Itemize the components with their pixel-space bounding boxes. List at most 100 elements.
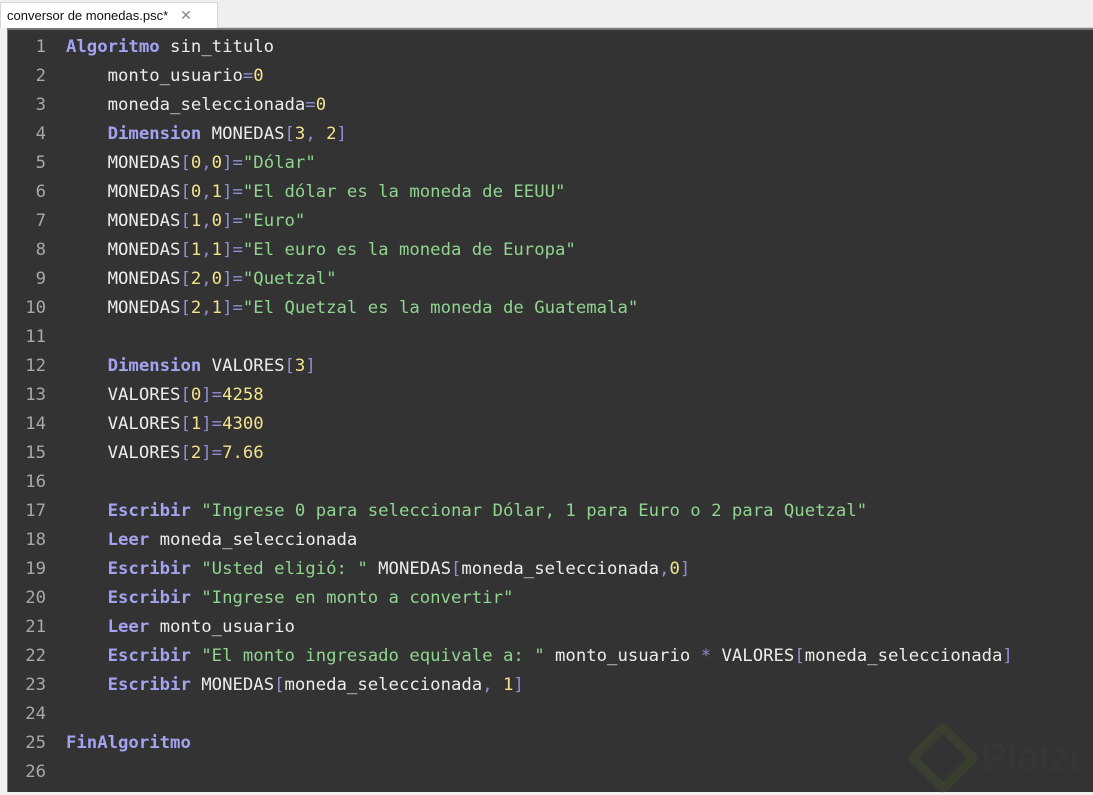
code-line[interactable]: 3 moneda_seleccionada=0 bbox=[8, 91, 327, 120]
code-line[interactable]: 10 MONEDAS[2,1]="El Quetzal es la moneda… bbox=[8, 294, 638, 323]
operator-token: , bbox=[201, 153, 212, 173]
keyword-token: Leer bbox=[107, 617, 150, 637]
number-literal-token: 0 bbox=[211, 153, 223, 173]
identifier-token: MONEDAS bbox=[66, 153, 181, 173]
code-line[interactable]: 21 Leer monto_usuario bbox=[8, 613, 295, 642]
code-line[interactable]: 6 MONEDAS[0,1]="El dólar es la moneda de… bbox=[8, 178, 566, 207]
code-line[interactable]: 17 Escribir "Ingrese 0 para seleccionar … bbox=[8, 497, 867, 526]
operator-token: * bbox=[700, 646, 712, 666]
number-literal-token: 0 bbox=[211, 269, 223, 289]
number-literal-token: 1 bbox=[190, 240, 202, 260]
string-literal-token: "Euro" bbox=[242, 211, 306, 231]
code-editor[interactable]: 1 Algoritmo sin_titulo 2 monto_usuario=0 3 … bbox=[7, 28, 1093, 795]
line-number: 14 bbox=[25, 414, 46, 434]
code-line[interactable]: 18 Leer moneda_seleccionada bbox=[8, 526, 357, 555]
line-code: moneda_seleccionada=0 bbox=[66, 91, 327, 120]
tab-title: conversor de monedas.psc* bbox=[7, 8, 169, 23]
identifier-token bbox=[66, 530, 108, 550]
identifier-token bbox=[191, 501, 201, 521]
line-number: 1 bbox=[35, 37, 46, 57]
code-line[interactable]: 19 Escribir "Usted eligió: " MONEDAS[mon… bbox=[8, 555, 690, 584]
keyword-token: Escribir bbox=[107, 588, 191, 608]
line-code: MONEDAS[0,1]="El dólar es la moneda de E… bbox=[66, 178, 566, 207]
number-literal-token: 0 bbox=[190, 385, 202, 405]
code-line[interactable]: 26 bbox=[8, 758, 46, 787]
code-line[interactable]: 7 MONEDAS[1,0]="Euro" bbox=[8, 207, 306, 236]
line-code: Escribir "El monto ingresado equivale a:… bbox=[66, 642, 1013, 671]
keyword-token: Escribir bbox=[107, 646, 191, 666]
code-line[interactable]: 15 VALORES[2]=7.66 bbox=[8, 439, 264, 468]
code-line[interactable]: 24 bbox=[8, 700, 46, 729]
operator-token: [ bbox=[180, 269, 191, 289]
line-number: 6 bbox=[35, 182, 46, 202]
operator-token: ] bbox=[513, 675, 524, 695]
code-line[interactable]: 9 MONEDAS[2,0]="Quetzal" bbox=[8, 265, 337, 294]
line-number: 12 bbox=[25, 356, 46, 376]
operator-token: ]= bbox=[201, 414, 223, 434]
keyword-token: Algoritmo bbox=[66, 37, 160, 57]
code-line[interactable]: 1 Algoritmo sin_titulo bbox=[8, 33, 275, 62]
line-number: 10 bbox=[25, 298, 46, 318]
line-code: VALORES[2]=7.66 bbox=[66, 439, 264, 468]
line-number: 8 bbox=[35, 240, 46, 260]
watermark-text: Platzi bbox=[981, 735, 1079, 780]
line-number: 3 bbox=[35, 95, 46, 115]
operator-token: = bbox=[305, 95, 316, 115]
code-line[interactable]: 11 bbox=[8, 323, 46, 352]
operator-token: ]= bbox=[222, 298, 243, 318]
identifier-token: MONEDAS bbox=[66, 269, 181, 289]
line-code: FinAlgoritmo bbox=[66, 729, 191, 758]
operator-token: ]= bbox=[201, 385, 223, 405]
number-literal-token: 4258 bbox=[222, 385, 264, 405]
code-line[interactable]: 4 Dimension MONEDAS[3, 2] bbox=[8, 120, 347, 149]
line-code: Leer moneda_seleccionada bbox=[66, 526, 358, 555]
code-line[interactable]: 8 MONEDAS[1,1]="El euro es la moneda de … bbox=[8, 236, 576, 265]
operator-token: , bbox=[201, 182, 212, 202]
number-literal-token: 1 bbox=[211, 182, 223, 202]
operator-token: [ bbox=[180, 298, 191, 318]
number-literal-token: 0 bbox=[190, 182, 202, 202]
operator-token: [ bbox=[180, 240, 191, 260]
code-line[interactable]: 25 FinAlgoritmo bbox=[8, 729, 191, 758]
line-number: 22 bbox=[25, 646, 46, 666]
operator-token: [ bbox=[180, 443, 191, 463]
line-number: 13 bbox=[25, 385, 46, 405]
identifier-token: MONEDAS bbox=[190, 675, 275, 695]
operator-token: [ bbox=[274, 675, 285, 695]
operator-token: ]= bbox=[222, 211, 243, 231]
code-line[interactable]: 23 Escribir MONEDAS[moneda_seleccionada,… bbox=[8, 671, 524, 700]
close-tab-icon[interactable]: ✕ bbox=[180, 7, 192, 24]
number-literal-token: 0 bbox=[253, 66, 264, 86]
line-number: 19 bbox=[25, 559, 46, 579]
identifier-token bbox=[66, 559, 108, 579]
code-line[interactable]: 22 Escribir "El monto ingresado equivale… bbox=[8, 642, 1013, 671]
string-literal-token: "Ingrese 0 para seleccionar Dólar, 1 par… bbox=[201, 501, 868, 521]
number-literal-token: 3 bbox=[294, 356, 306, 376]
number-literal-token: 4300 bbox=[222, 414, 264, 434]
code-line[interactable]: 13 VALORES[0]=4258 bbox=[8, 381, 264, 410]
tab-conversor-de-monedas[interactable]: conversor de monedas.psc* ✕ bbox=[0, 2, 218, 28]
identifier-token bbox=[66, 646, 108, 666]
identifier-token: MONEDAS bbox=[66, 240, 181, 260]
operator-token: , bbox=[659, 559, 670, 579]
line-number: 20 bbox=[25, 588, 46, 608]
code-line[interactable]: 16 bbox=[8, 468, 46, 497]
operator-token: , bbox=[201, 298, 212, 318]
tab-bar: conversor de monedas.psc* ✕ bbox=[0, 0, 1093, 28]
identifier-token: VALORES bbox=[66, 385, 181, 405]
line-number: 5 bbox=[35, 153, 46, 173]
operator-token: [ bbox=[794, 646, 805, 666]
code-line[interactable]: 5 MONEDAS[0,0]="Dólar" bbox=[8, 149, 316, 178]
line-number: 25 bbox=[25, 733, 46, 753]
number-literal-token: 0 bbox=[669, 559, 680, 579]
code-line[interactable]: 12 Dimension VALORES[3] bbox=[8, 352, 316, 381]
identifier-token bbox=[66, 501, 108, 521]
code-line[interactable]: 14 VALORES[1]=4300 bbox=[8, 410, 264, 439]
code-line[interactable]: 2 monto_usuario=0 bbox=[8, 62, 264, 91]
identifier-token: MONEDAS bbox=[66, 182, 181, 202]
keyword-token: Escribir bbox=[107, 501, 191, 521]
identifier-token bbox=[191, 559, 201, 579]
code-line[interactable]: 20 Escribir "Ingrese en monto a converti… bbox=[8, 584, 513, 613]
operator-token: [ bbox=[450, 559, 462, 579]
string-literal-token: "El monto ingresado equivale a: " bbox=[201, 646, 545, 666]
